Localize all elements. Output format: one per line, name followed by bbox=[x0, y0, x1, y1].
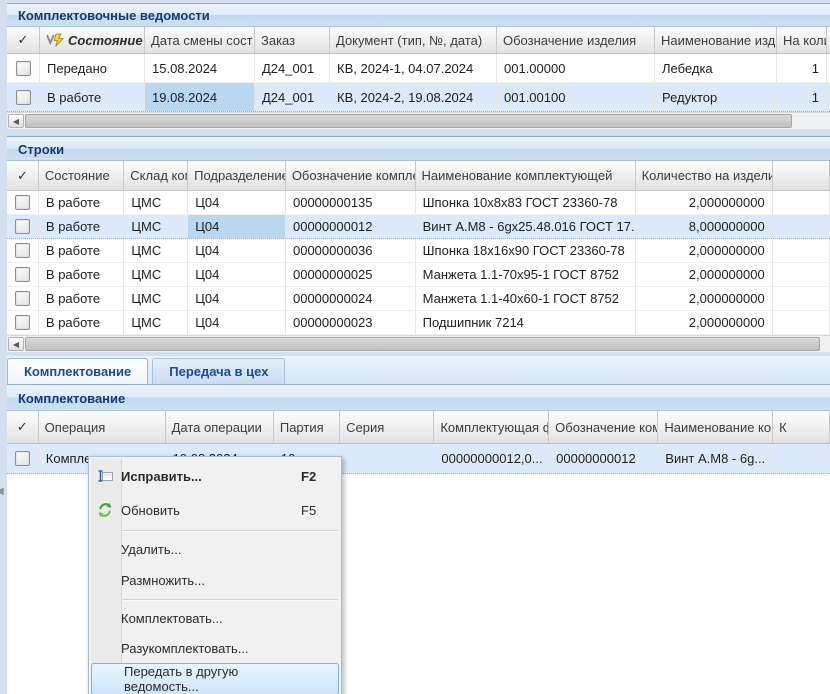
splitter-collapse-icon[interactable]: ◀ bbox=[0, 486, 4, 497]
table-row[interactable]: Передано 15.08.2024 Д24_001 КВ, 2024-1, … bbox=[7, 54, 830, 83]
table-row-selected[interactable]: В работе ЦМС Ц04 00000000012 Винт А.М8 -… bbox=[7, 215, 830, 239]
column-article[interactable]: Обозначение изделия bbox=[497, 27, 655, 53]
tab-transfer-to-shop[interactable]: Передача в цех bbox=[152, 358, 285, 384]
column-op-date[interactable]: Дата операции bbox=[166, 411, 274, 443]
table-row[interactable]: В работе ЦМС Ц04 00000000036 Шпонка 18x1… bbox=[7, 239, 830, 263]
row-checkbox[interactable] bbox=[15, 219, 30, 234]
menu-item-duplicate[interactable]: Размножить... bbox=[89, 565, 341, 596]
column-store[interactable]: Склад комп bbox=[124, 161, 188, 190]
menu-separator bbox=[89, 527, 341, 534]
panel-title: Строки bbox=[7, 136, 830, 161]
horizontal-scrollbar: ◀ bbox=[7, 112, 830, 129]
scroll-left-button[interactable]: ◀ bbox=[8, 114, 24, 128]
row-checkbox[interactable] bbox=[16, 61, 31, 76]
menu-item-transfer-to-other-sheet[interactable]: Передать в другую ведомость... bbox=[91, 663, 339, 694]
column-document[interactable]: Документ (тип, №, дата) bbox=[330, 27, 497, 53]
column-state[interactable]: Состояние bbox=[40, 27, 145, 53]
column-dept[interactable]: Подразделение- bbox=[188, 161, 286, 190]
column-check[interactable]: ✓ bbox=[7, 161, 39, 190]
column-name[interactable]: Наименование комплектующей bbox=[416, 161, 636, 190]
column-qty[interactable]: Количество на изделие bbox=[636, 161, 773, 190]
table-row[interactable]: В работе ЦМС Ц04 00000000025 Манжета 1.1… bbox=[7, 263, 830, 287]
column-name[interactable]: Наименование изд bbox=[655, 27, 777, 53]
table-row[interactable]: В работе ЦМС Ц04 00000000023 Подшипник 7… bbox=[7, 311, 830, 335]
row-checkbox[interactable] bbox=[15, 195, 30, 210]
column-name[interactable]: Наименование ком bbox=[658, 411, 773, 443]
panel-lines: Строки ✓ Состояние Склад комп Подразделе… bbox=[7, 136, 830, 352]
column-series[interactable]: Серия bbox=[340, 411, 434, 443]
panel-title: Комплектование bbox=[7, 384, 830, 411]
column-extra[interactable] bbox=[773, 161, 830, 190]
state-lightning-icon bbox=[46, 33, 64, 47]
sheets-header-row: ✓ Состояние Дата смены сост Заказ Докуме… bbox=[7, 27, 830, 54]
column-operation[interactable]: Операция bbox=[39, 411, 166, 443]
row-checkbox[interactable] bbox=[15, 267, 30, 282]
shortcut-label: F2 bbox=[301, 469, 341, 484]
panel-title: Комплектовочные ведомости bbox=[7, 3, 830, 27]
row-checkbox[interactable] bbox=[15, 291, 30, 306]
bottom-tabstrip: Комплектование Передача в цех bbox=[7, 356, 830, 385]
table-row-selected[interactable]: В работе 19.08.2024 Д24_001 КВ, 2024-2, … bbox=[7, 83, 830, 112]
check-icon: ✓ bbox=[18, 32, 29, 48]
focused-cell: Ц04 bbox=[188, 215, 286, 238]
column-qty[interactable]: На колич bbox=[777, 27, 827, 53]
scroll-left-button[interactable]: ◀ bbox=[8, 337, 24, 351]
column-article[interactable]: Обозначение комп bbox=[549, 411, 658, 443]
menu-item-unkit[interactable]: Разукомплектовать... bbox=[89, 633, 341, 663]
menu-item-edit[interactable]: Исправить... F2 bbox=[89, 459, 341, 493]
row-checkbox[interactable] bbox=[15, 315, 30, 330]
column-check[interactable]: ✓ bbox=[7, 27, 40, 53]
menu-item-refresh[interactable]: Обновить F5 bbox=[89, 493, 341, 527]
scrollbar-thumb[interactable] bbox=[25, 114, 792, 128]
column-order[interactable]: Заказ bbox=[255, 27, 330, 53]
check-icon: ✓ bbox=[17, 168, 28, 184]
menu-item-delete[interactable]: Удалить... bbox=[89, 534, 341, 565]
kitting-header-row: ✓ Операция Дата операции Партия Серия Ко… bbox=[7, 411, 830, 444]
scrollbar-thumb[interactable] bbox=[25, 337, 820, 351]
edit-icon bbox=[89, 468, 121, 484]
horizontal-scrollbar: ◀ bbox=[7, 335, 830, 352]
row-checkbox[interactable] bbox=[16, 90, 31, 105]
column-component[interactable]: Комплектующая ф bbox=[434, 411, 549, 443]
context-menu: Исправить... F2 Обновить F5 Удалить... bbox=[88, 456, 342, 694]
check-icon: ✓ bbox=[17, 419, 28, 435]
focused-cell: 19.08.2024 bbox=[145, 83, 255, 111]
column-article[interactable]: Обозначение компле bbox=[286, 161, 416, 190]
row-checkbox[interactable] bbox=[15, 451, 30, 466]
menu-item-kit[interactable]: Комплектовать... bbox=[89, 603, 341, 633]
refresh-icon bbox=[89, 502, 121, 518]
column-date[interactable]: Дата смены сост bbox=[145, 27, 255, 53]
column-state[interactable]: Состояние bbox=[39, 161, 124, 190]
column-check[interactable]: ✓ bbox=[7, 411, 39, 443]
lines-header-row: ✓ Состояние Склад комп Подразделение- Об… bbox=[7, 161, 830, 191]
shortcut-label: F5 bbox=[301, 503, 341, 518]
row-checkbox[interactable] bbox=[15, 243, 30, 258]
menu-separator bbox=[89, 596, 341, 603]
table-row[interactable]: В работе ЦМС Ц04 00000000135 Шпонка 10x8… bbox=[7, 191, 830, 215]
table-row[interactable]: В работе ЦМС Ц04 00000000024 Манжета 1.1… bbox=[7, 287, 830, 311]
panel-picking-sheets: Комплектовочные ведомости ✓ Состояние Да… bbox=[7, 3, 830, 129]
column-batch[interactable]: Партия bbox=[274, 411, 340, 443]
app-window: Комплектовочные ведомости ✓ Состояние Да… bbox=[0, 0, 830, 694]
tab-kitting[interactable]: Комплектование bbox=[7, 358, 148, 384]
column-extra[interactable]: К bbox=[773, 411, 830, 443]
